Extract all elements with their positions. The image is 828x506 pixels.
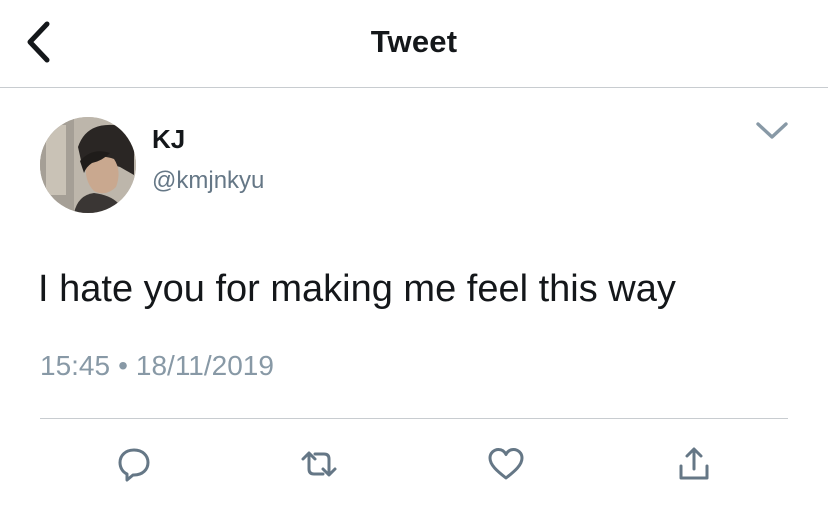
- meta-separator: •: [118, 350, 128, 381]
- author-handle[interactable]: @kmjnkyu: [152, 167, 264, 195]
- top-navigation-bar: Tweet: [0, 0, 828, 88]
- avatar-photo: [40, 117, 136, 213]
- page-title: Tweet: [370, 24, 458, 59]
- like-button[interactable]: [484, 442, 528, 486]
- tweet-time: 15:45: [40, 350, 111, 381]
- divider: [40, 418, 788, 419]
- reply-button[interactable]: [112, 442, 156, 486]
- author-display-name[interactable]: KJ: [152, 124, 185, 155]
- share-button[interactable]: [672, 442, 716, 486]
- chevron-down-icon: [755, 121, 789, 146]
- retweet-button[interactable]: [297, 442, 341, 486]
- heart-icon: [487, 447, 525, 481]
- share-icon: [677, 446, 711, 482]
- tweet-timestamp: 15:45 • 18/11/2019: [40, 350, 274, 382]
- avatar[interactable]: [40, 117, 136, 213]
- tweet-text: I hate you for making me feel this way: [38, 268, 676, 310]
- reply-icon: [116, 446, 152, 482]
- retweet-icon: [299, 447, 339, 481]
- tweet-options-button[interactable]: [752, 116, 792, 150]
- tweet-date: 18/11/2019: [135, 350, 274, 381]
- tweet-detail-screen: Tweet KJ @kmjnkyu I hate you for making …: [0, 0, 828, 506]
